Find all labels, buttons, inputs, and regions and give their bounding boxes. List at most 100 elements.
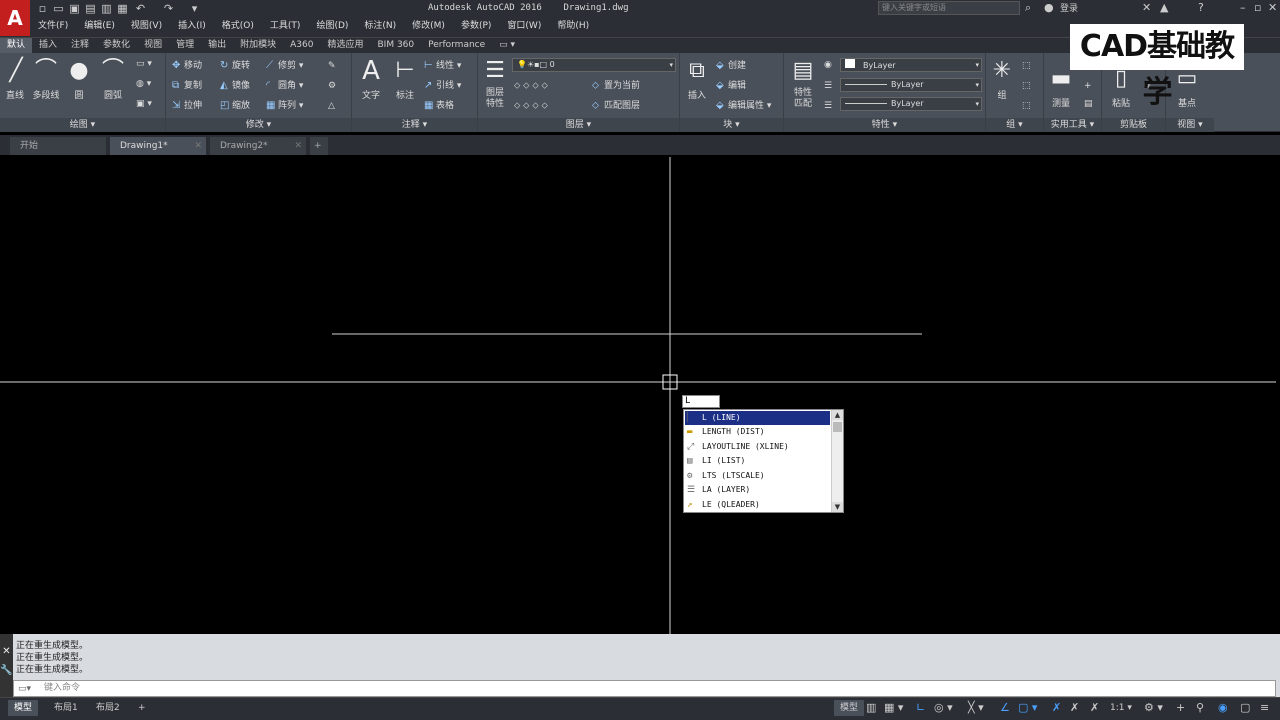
tab-bim360[interactable]: BIM 360 xyxy=(370,38,421,53)
group-edit-icon[interactable]: ⬚ xyxy=(1022,79,1031,93)
tab-performance[interactable]: Performance xyxy=(421,38,492,53)
layer-tools-icon[interactable]: ⬦ ⬦ ⬦ ⬦ xyxy=(514,79,548,93)
autocomplete-item[interactable]: ⚙ LTS (LTSCALE) xyxy=(685,469,830,483)
tab-start[interactable]: 开始 xyxy=(10,137,106,155)
tab-default[interactable]: 默认 xyxy=(0,38,33,53)
layer-dropdown[interactable]: 💡☀▪□ 0 ▾ xyxy=(512,58,676,72)
open-icon[interactable]: ▭ xyxy=(52,2,65,15)
panel-draw-label[interactable]: 绘图 ▾ xyxy=(0,118,165,132)
linetype-icon[interactable]: ☰ xyxy=(824,79,832,93)
polyline-button[interactable]: ⌒ 多段线 xyxy=(30,57,62,101)
osnap-track-icon[interactable]: ∠ xyxy=(1000,701,1010,714)
tab-drawing1[interactable]: Drawing1* ✕ xyxy=(110,137,206,155)
erase-icon[interactable]: ✎ xyxy=(328,59,336,73)
polar-icon[interactable]: ◎ ▾ xyxy=(934,701,953,714)
tab-a360[interactable]: A360 xyxy=(283,38,320,53)
layout-tab-model[interactable]: 模型 xyxy=(8,700,39,716)
insert-block-button[interactable]: ⧉ 插入 xyxy=(682,57,712,101)
scroll-down-icon[interactable]: ▼ xyxy=(832,502,843,512)
tab-featured-apps[interactable]: 精选应用 xyxy=(320,38,370,53)
menu-dimension[interactable]: 标注(N) xyxy=(356,18,404,34)
rotate-button[interactable]: ↻ 旋转 xyxy=(220,59,250,73)
region-icon[interactable]: ▣ ▾ xyxy=(136,97,152,111)
ribbon-options-icon[interactable]: ▭ ▾ xyxy=(492,38,522,53)
autocomplete-item[interactable]: ▤ LI (LIST) xyxy=(685,454,830,468)
print-icon[interactable]: ▦ xyxy=(116,2,129,15)
hardware-acceleration-icon[interactable]: ◉ xyxy=(1218,701,1228,714)
circle-button[interactable]: ● 圆 xyxy=(64,57,94,101)
save-icon[interactable]: ▣ xyxy=(68,2,81,15)
tab-addins[interactable]: 附加模块 xyxy=(233,38,283,53)
rectangle-icon[interactable]: ▭ ▾ xyxy=(136,57,152,71)
menu-window[interactable]: 窗口(W) xyxy=(499,18,549,34)
workspace-dropdown-icon[interactable]: ▾ xyxy=(188,2,201,15)
model-space-button[interactable]: 模型 xyxy=(834,700,865,716)
osnap-icon[interactable]: ▢ ▾ xyxy=(1018,701,1037,714)
minimize-icon[interactable]: – xyxy=(1240,1,1246,14)
autodesk-a360-icon[interactable]: ▲ xyxy=(1160,1,1168,14)
exchange-icon[interactable]: ✕ xyxy=(1142,1,1151,14)
menu-tools[interactable]: 工具(T) xyxy=(262,18,309,34)
tab-parametric[interactable]: 参数化 xyxy=(96,38,137,53)
move-button[interactable]: ✥ 移动 xyxy=(172,59,202,73)
restore-icon[interactable]: ▫ xyxy=(1254,1,1261,14)
autocomplete-item[interactable]: ⤢ LAYOUTLINE (XLINE) xyxy=(685,440,830,454)
drawing-canvas[interactable] xyxy=(0,157,1276,634)
group-button[interactable]: ✳ 组 xyxy=(988,57,1016,101)
leader-button[interactable]: ↗ 引线 ▾ xyxy=(424,79,461,93)
close-tab-icon[interactable]: ✕ xyxy=(194,137,202,155)
panel-properties-label[interactable]: 特性 ▾ xyxy=(784,118,985,132)
menu-format[interactable]: 格式(O) xyxy=(214,18,262,34)
tab-output[interactable]: 输出 xyxy=(201,38,233,53)
login-link[interactable]: 登录 xyxy=(1060,1,1078,14)
menu-edit[interactable]: 编辑(E) xyxy=(76,18,123,34)
group-select-icon[interactable]: ⬚ xyxy=(1022,99,1031,113)
grid-icon[interactable]: ▥ xyxy=(866,701,876,714)
help-icon[interactable]: ? xyxy=(1198,1,1204,14)
snap-icon[interactable]: ▦ ▾ xyxy=(884,701,903,714)
panel-view-label[interactable]: 视图 ▾ xyxy=(1166,118,1214,132)
panel-groups-label[interactable]: 组 ▾ xyxy=(986,118,1043,132)
panel-utilities-label[interactable]: 实用工具 ▾ xyxy=(1044,118,1101,132)
linetype-dropdown[interactable]: ByLayer ▾ xyxy=(840,78,982,92)
new-tab-button[interactable]: + xyxy=(310,137,328,155)
customization-icon[interactable]: ≡ xyxy=(1260,701,1269,714)
autocomplete-item[interactable]: ☰ LA (LAYER) xyxy=(685,483,830,497)
dimension-button[interactable]: ⊢ 标注 xyxy=(390,57,420,101)
autocomplete-item[interactable]: ▏ L (LINE) xyxy=(685,411,830,425)
paste-button[interactable]: ▯ 粘贴 xyxy=(1106,65,1136,109)
ungroup-icon[interactable]: ⬚ xyxy=(1022,59,1031,73)
clean-screen-icon[interactable]: ▢ xyxy=(1240,701,1250,714)
edit-block-button[interactable]: ⬙ 编辑 xyxy=(716,79,746,93)
menu-draw[interactable]: 绘图(D) xyxy=(308,18,356,34)
ortho-icon[interactable]: ∟ xyxy=(916,701,925,714)
autocad-logo[interactable]: A xyxy=(0,0,30,36)
array-button[interactable]: ▦ 阵列 ▾ xyxy=(266,99,303,113)
plus-icon[interactable]: + xyxy=(1176,701,1185,714)
annotation-scale-dropdown[interactable]: 1:1 ▾ xyxy=(1110,703,1132,713)
text-button[interactable]: A 文字 xyxy=(356,57,386,101)
menu-help[interactable]: 帮助(H) xyxy=(549,18,597,34)
panel-annotation-label[interactable]: 注释 ▾ xyxy=(352,118,477,132)
scroll-thumb[interactable] xyxy=(833,422,842,432)
layout-tab-2[interactable]: 布局2 xyxy=(90,700,126,716)
trim-button[interactable]: ⟋ 修剪 ▾ xyxy=(266,59,303,73)
workspace-gear-icon[interactable]: ⚙ ▾ xyxy=(1144,701,1163,714)
mirror-button[interactable]: ◭ 镜像 xyxy=(220,79,250,93)
undo-icon[interactable]: ↶ xyxy=(134,2,147,15)
annotation-visibility-icon[interactable]: ✗ xyxy=(1070,701,1079,714)
redo-icon[interactable]: ↷ xyxy=(162,2,175,15)
tab-manage[interactable]: 管理 xyxy=(169,38,201,53)
panel-layers-label[interactable]: 图层 ▾ xyxy=(478,118,679,132)
user-icon[interactable]: ● xyxy=(1044,1,1054,14)
close-cmd-icon[interactable]: ✕ xyxy=(0,646,13,657)
panel-modify-label[interactable]: 修改 ▾ xyxy=(166,118,351,132)
color-wheel-icon[interactable]: ◉ xyxy=(824,58,832,72)
menu-modify[interactable]: 修改(M) xyxy=(404,18,453,34)
close-tab-icon[interactable]: ✕ xyxy=(294,137,302,155)
lineweight-dropdown[interactable]: ByLayer ▾ xyxy=(840,97,982,111)
calculator-icon[interactable]: ▤ xyxy=(1084,97,1093,111)
plot-icon[interactable]: ▥ xyxy=(100,2,113,15)
table-button[interactable]: ▦ 表格 xyxy=(424,99,454,113)
menu-insert[interactable]: 插入(I) xyxy=(170,18,214,34)
